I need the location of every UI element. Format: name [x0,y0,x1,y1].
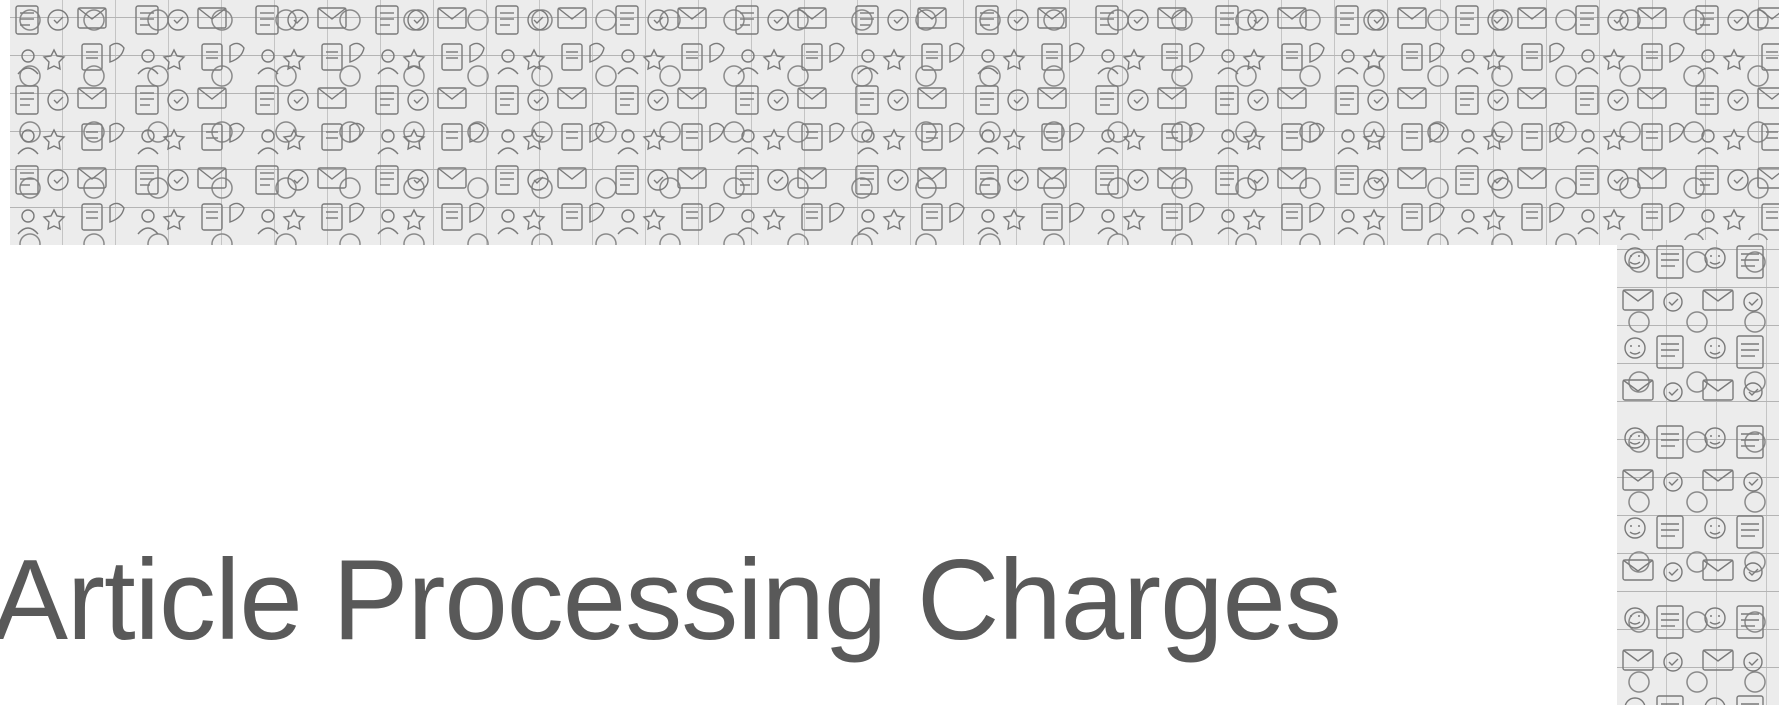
doodle-pattern-icon [10,0,1779,245]
icon-doodle-pattern-top [10,0,1779,245]
slide-title: Article Processing Charges [0,537,1342,664]
doodle-pattern-icon [1617,240,1779,705]
slide: Article Processing Charges [0,0,1779,705]
icon-doodle-pattern-right [1617,240,1779,705]
